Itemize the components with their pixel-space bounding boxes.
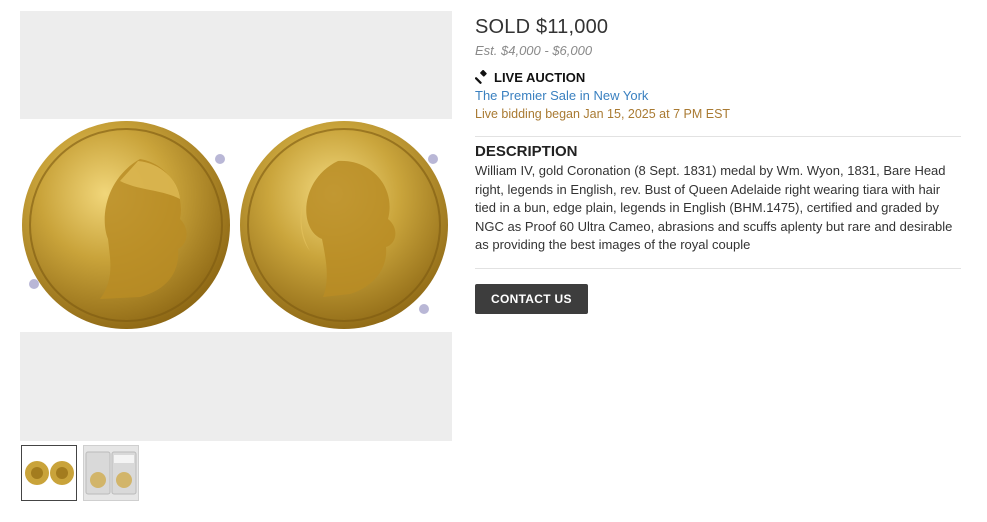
medal-reverse-image — [240, 121, 448, 329]
divider — [475, 136, 961, 137]
thumbnail-medal-pair[interactable] — [21, 445, 77, 501]
main-image-viewer[interactable] — [20, 11, 452, 441]
auction-type-label: LIVE AUCTION — [494, 70, 586, 85]
description-heading: DESCRIPTION — [475, 143, 578, 160]
medal-image — [20, 119, 452, 332]
gavel-icon — [475, 70, 487, 84]
lot-detail-panel: SOLD $11,000 Est. $4,000 - $6,000 LIVE A… — [475, 14, 961, 314]
medal-pair-thumbnail-image — [22, 446, 76, 500]
ngc-slab-thumbnail-image — [84, 446, 138, 500]
bidding-start-note: Live bidding began Jan 15, 2025 at 7 PM … — [475, 107, 731, 121]
sold-price: SOLD $11,000 — [475, 16, 609, 38]
auction-type: LIVE AUCTION — [475, 70, 961, 85]
medal-obverse-image — [22, 121, 230, 329]
description-text: William IV, gold Coronation (8 Sept. 183… — [475, 163, 953, 252]
divider — [475, 267, 961, 269]
thumbnail-ngc-slab[interactable] — [83, 445, 139, 501]
sale-link[interactable]: The Premier Sale in New York — [475, 88, 648, 103]
estimate: Est. $4,000 - $6,000 — [475, 43, 593, 58]
contact-us-button[interactable]: CONTACT US — [475, 283, 588, 314]
